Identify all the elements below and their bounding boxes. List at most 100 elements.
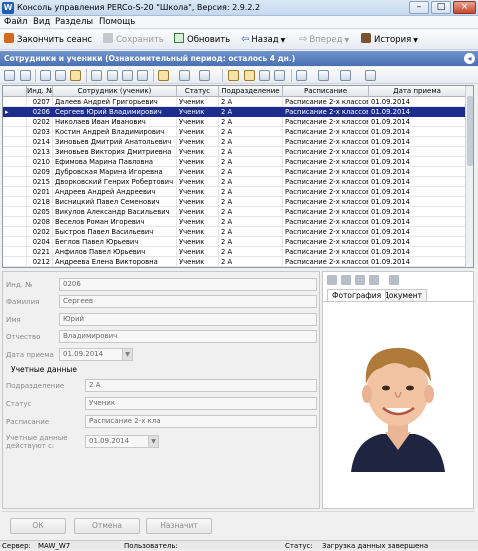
table-cell: Ученик — [177, 197, 219, 207]
grid-header-schedule[interactable]: Расписание — [283, 86, 369, 97]
settings-icon[interactable] — [365, 70, 376, 81]
table-cell: 01.09.2014 — [369, 147, 466, 157]
table-row[interactable]: 0218 Висницкий Павел Семенович Ученик 2 А Ра… — [3, 197, 466, 207]
columns-icon[interactable] — [158, 70, 169, 81]
table-cell: Ученик — [177, 237, 219, 247]
table-row[interactable]: 0213 Зиновьев Виктория Дмитриевна Ученик 2 … — [3, 147, 466, 157]
load-photo-icon[interactable] — [327, 275, 337, 285]
grid-header-employee[interactable]: Сотрудник (ученик) — [53, 86, 177, 97]
ok-button[interactable]: ОК — [10, 518, 66, 534]
table-cell: Ученик — [177, 207, 219, 217]
delete-photo-icon[interactable] — [389, 275, 399, 285]
employees-grid[interactable]: Инд. № Сотрудник (ученик) Статус Подразд… — [2, 85, 474, 268]
forward-arrow-icon: ⇨ — [299, 34, 308, 45]
table-row[interactable]: 0210 Ефимова Марина Павловна Ученик 2 А Расп… — [3, 157, 466, 167]
table-cell: Сергеев Юрий Владимирович — [53, 107, 177, 117]
end-session-icon — [4, 33, 14, 43]
table-row[interactable]: 0208 Веселов Роман Игоревич Ученик 2 А Распи… — [3, 217, 466, 227]
back-label: Назад — [251, 35, 279, 45]
chevron-down-icon[interactable]: ▼ — [148, 436, 158, 447]
table-row[interactable]: 0212 Андреева Елена Викторовна Ученик 2 А Ра… — [3, 257, 466, 267]
cancel-button[interactable]: Отмена — [74, 518, 140, 534]
minimize-button[interactable]: – — [409, 1, 429, 14]
save-button[interactable]: Сохранить — [103, 33, 164, 47]
table-cell: Ученик — [177, 107, 219, 117]
grid-header-department[interactable]: Подразделение — [219, 86, 283, 97]
filter-icon[interactable] — [122, 70, 133, 81]
table-row[interactable]: 0221 Анфилов Павел Юрьевич Ученик 2 А Распис… — [3, 247, 466, 257]
table-cell: 01.09.2014 — [369, 247, 466, 257]
print-card-icon[interactable] — [70, 70, 81, 81]
schedule-field[interactable]: Расписание 2-х кла — [85, 415, 317, 428]
table-cell: 2 А — [219, 177, 283, 187]
back-button[interactable]: ⇦ Назад ▼ — [241, 33, 285, 47]
forward-button[interactable]: ⇨ Вперед ▼ — [299, 33, 349, 47]
name-field[interactable]: Юрий — [59, 313, 317, 326]
table-cell: 0209 — [27, 167, 53, 177]
close-button[interactable]: × — [453, 1, 476, 14]
menu-file[interactable]: Файл — [4, 17, 27, 27]
assign-button[interactable]: Назначит — [146, 518, 212, 534]
grid-header-index[interactable]: Инд. № — [27, 86, 53, 97]
hire-date-field[interactable]: 01.09.2014 ▼ — [59, 348, 133, 361]
link-icon[interactable] — [259, 70, 270, 81]
table-row[interactable]: 0202 Николаев Иван Иванович Ученик 2 А Распи… — [3, 117, 466, 127]
table-cell: Далеев Андрей Григорьевич — [53, 97, 177, 107]
row-marker — [3, 247, 27, 257]
tree-view-icon[interactable] — [107, 70, 118, 81]
edit-icon[interactable] — [40, 70, 51, 81]
tab-photo[interactable]: Фотография — [327, 289, 387, 301]
menu-help[interactable]: Помощь — [99, 17, 135, 27]
title-bar[interactable]: W Консоль управления PERCo-S-20 "Школа",… — [0, 0, 478, 16]
index-field[interactable]: 0206 — [59, 278, 317, 291]
valid-from-field[interactable]: 01.09.2014 ▼ — [85, 435, 159, 448]
grid-scrollbar[interactable] — [465, 86, 473, 267]
table-row[interactable]: ▸ 0206 Сергеев Юрий Владимирович Ученик 2 АР… — [3, 107, 466, 117]
table-row[interactable]: 0215 Дворковский Генрих Робертович Ученик 2… — [3, 177, 466, 187]
card-orange-icon[interactable] — [199, 70, 210, 81]
end-session-button[interactable]: Закончить сеанс — [4, 33, 92, 47]
printer-icon[interactable] — [296, 70, 307, 81]
surname-field[interactable]: Сергеев — [59, 295, 317, 308]
excel-export-icon[interactable] — [318, 70, 329, 81]
status-field[interactable]: Ученик — [85, 397, 317, 410]
save-photo-icon[interactable] — [369, 275, 379, 285]
department-field[interactable]: 2 А — [85, 379, 317, 392]
list-view-icon[interactable] — [91, 70, 102, 81]
unlink-icon[interactable] — [274, 70, 285, 81]
refresh-button[interactable]: Обновить — [174, 33, 230, 47]
table-row[interactable]: 0209 Дубровская Марина Игоревна Ученик 2 АР… — [3, 167, 466, 177]
table-row[interactable]: 0207 Далеев Андрей Григорьевич Ученик 2 А Ра… — [3, 97, 466, 107]
print-photo-icon[interactable] — [355, 275, 365, 285]
save-icon — [103, 33, 113, 43]
table-row[interactable]: 0202 Быстров Павел Васильевич Ученик 2 А Рас… — [3, 227, 466, 237]
row-marker — [3, 187, 27, 197]
table-row[interactable]: 0205 Викулов Александр Васильевич Ученик 2 … — [3, 207, 466, 217]
patronymic-field[interactable]: Владимирович — [59, 330, 317, 343]
grid-header-status[interactable]: Статус — [177, 86, 219, 97]
menu-view[interactable]: Вид — [33, 17, 50, 27]
menu-sections[interactable]: Разделы — [55, 17, 93, 27]
table-row[interactable]: 0201 Андреев Андрей Андреевич Ученик 2 А Рас… — [3, 187, 466, 197]
grid-scrollbar-thumb[interactable] — [467, 96, 473, 166]
photo-icon[interactable] — [244, 70, 255, 81]
maximize-button[interactable]: □ — [431, 1, 451, 14]
add-group-icon[interactable] — [20, 70, 31, 81]
card-red-icon[interactable] — [179, 70, 190, 81]
photo-panel: Фотография Документ — [322, 271, 474, 509]
table-cell: 01.09.2014 — [369, 187, 466, 197]
copy-icon[interactable] — [137, 70, 148, 81]
camera-icon[interactable] — [341, 275, 351, 285]
add-record-icon[interactable] — [4, 70, 15, 81]
grid-header-hire-date[interactable]: Дата приема — [369, 86, 466, 97]
import-icon[interactable] — [340, 70, 351, 81]
table-row[interactable]: 0214 Зиновьев Дмитрий Анатольевич Ученик 2 … — [3, 137, 466, 147]
card-icon[interactable] — [55, 70, 66, 81]
section-close-icon[interactable]: ◂ — [464, 53, 475, 64]
history-button[interactable]: История ▼ — [361, 33, 418, 47]
chevron-down-icon[interactable]: ▼ — [122, 349, 132, 360]
person-icon[interactable] — [228, 70, 239, 81]
table-row[interactable]: 0204 Беглов Павел Юрьевич Ученик 2 А Расписа… — [3, 237, 466, 247]
table-cell: Ученик — [177, 227, 219, 237]
table-row[interactable]: 0203 Костин Андрей Владимирович Ученик 2 АР… — [3, 127, 466, 137]
